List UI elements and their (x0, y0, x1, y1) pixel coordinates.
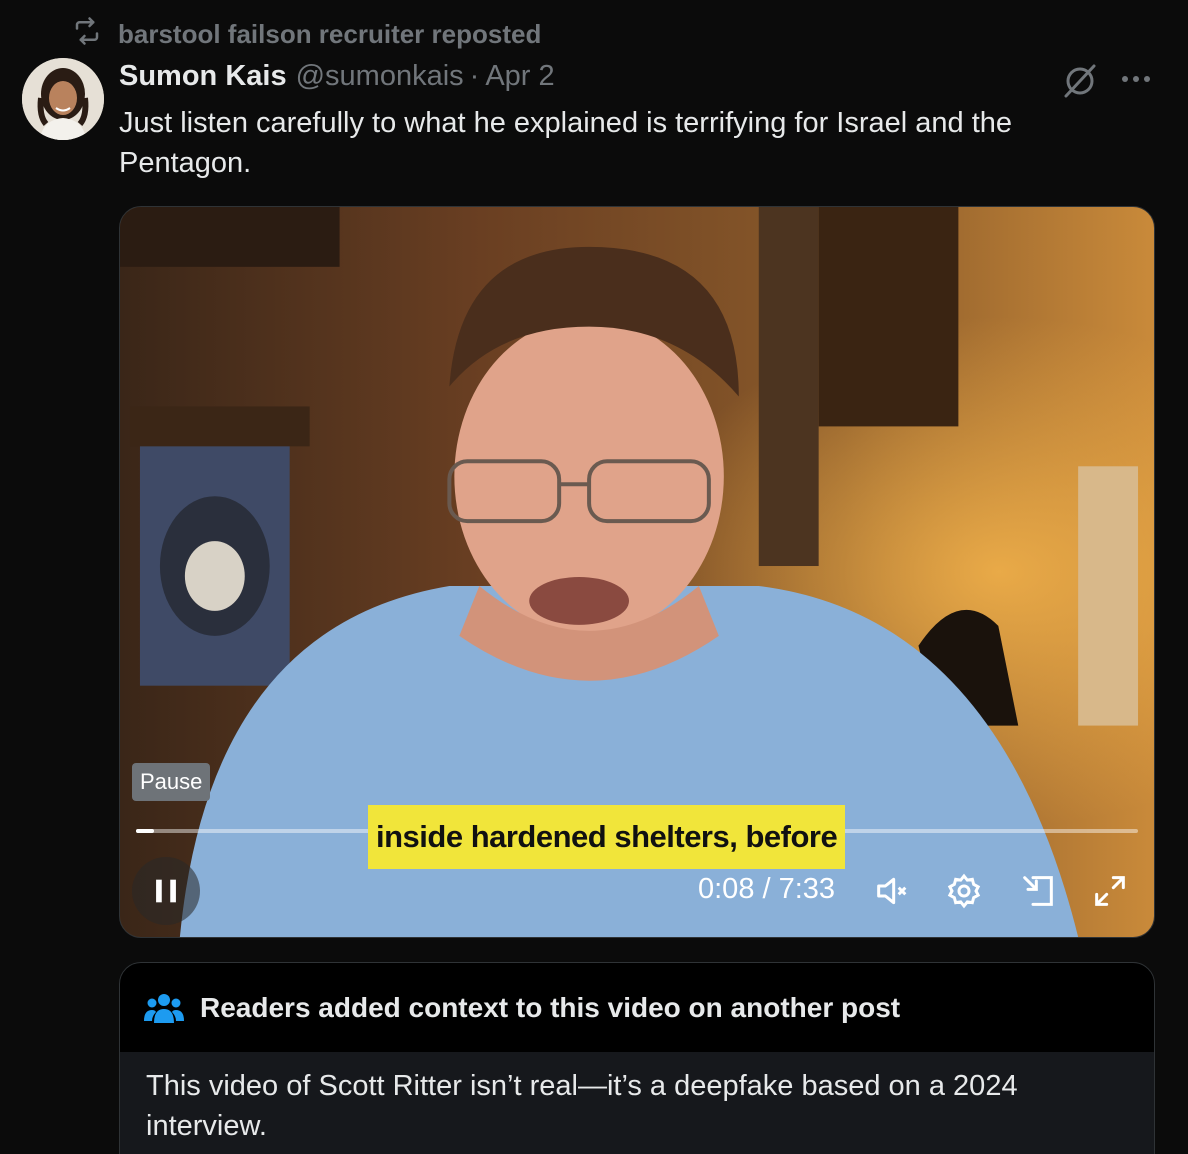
pause-icon (156, 879, 176, 903)
community-note-body: This video of Scott Ritter isn’t real—it… (120, 1052, 1154, 1154)
community-note-title: Readers added context to this video on a… (200, 991, 901, 1023)
video-time: 0:08 / 7:33 (698, 873, 836, 905)
more-options-icon[interactable] (1118, 64, 1154, 94)
repost-indicator[interactable]: barstool failson recruiter reposted (72, 16, 542, 53)
video-caption: inside hardened shelters, before (368, 805, 846, 869)
fullscreen-icon (1095, 876, 1125, 906)
grok-icon[interactable] (1060, 60, 1100, 100)
mute-button[interactable] (872, 871, 912, 911)
repost-icon (72, 16, 102, 53)
community-note-header: Readers added context to this video on a… (120, 963, 1154, 1052)
picture-in-picture-button[interactable] (1018, 871, 1058, 911)
pip-icon (1023, 876, 1053, 906)
community-note[interactable]: Readers added context to this video on a… (119, 962, 1155, 1154)
fullscreen-button[interactable] (1090, 871, 1130, 911)
pause-tooltip: Pause (132, 763, 211, 801)
settings-button[interactable] (944, 871, 984, 911)
tweet-header: Sumon Kais @sumonkais · Apr 2 (119, 60, 555, 93)
video-player[interactable]: Pause inside hardened shelters, before 0… (119, 206, 1155, 938)
progress-fill (136, 829, 155, 833)
author-name[interactable]: Sumon Kais (119, 60, 287, 93)
separator: · (469, 60, 480, 92)
avatar[interactable] (22, 58, 104, 140)
post-date[interactable]: Apr 2 (485, 60, 554, 93)
settings-icon (947, 873, 981, 909)
mute-icon (877, 877, 907, 905)
author-handle[interactable]: @sumonkais (296, 60, 464, 93)
repost-label: barstool failson recruiter reposted (118, 18, 542, 49)
tweet-text: Just listen carefully to what he explain… (119, 107, 1013, 179)
pause-button[interactable] (132, 857, 200, 925)
people-icon (144, 993, 184, 1023)
